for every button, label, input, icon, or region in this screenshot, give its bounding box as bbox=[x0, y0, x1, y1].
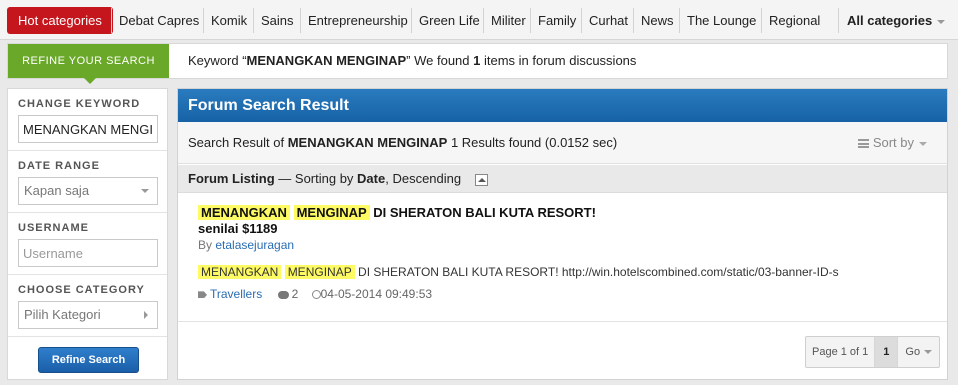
choose-category-label: CHOOSE CATEGORY bbox=[18, 284, 145, 296]
forum-listing-bar: Forum Listing — Sorting by Date, Descend… bbox=[178, 165, 947, 193]
go-dropdown[interactable]: Go bbox=[898, 337, 939, 367]
category-komik[interactable]: Komik bbox=[203, 8, 247, 33]
author-link[interactable]: etalasejuragan bbox=[215, 238, 294, 252]
by-prefix: By bbox=[198, 238, 216, 252]
chevron-down-icon bbox=[919, 141, 927, 146]
page-label: Page 1 of 1 bbox=[806, 337, 876, 367]
keyword-suffix: items in forum discussions bbox=[480, 53, 637, 68]
clock-icon bbox=[311, 290, 321, 300]
result-title-link[interactable]: MENANGKAN MENGINAP DI SHERATON BALI KUTA… bbox=[198, 205, 938, 221]
date-range-value: Kapan saja bbox=[24, 183, 90, 198]
tab-pointer-icon bbox=[84, 78, 96, 84]
keyword-middle: ” We found bbox=[406, 53, 474, 68]
snippet-rest: DI SHERATON BALI KUTA RESORT! http://win… bbox=[354, 265, 839, 279]
comment-count: 2 bbox=[291, 287, 299, 301]
pagination: Page 1 of 1 1 Go bbox=[805, 336, 941, 368]
category-debat-capres[interactable]: Debat Capres bbox=[111, 8, 199, 33]
comment-icon bbox=[277, 290, 289, 299]
result-snippet: MENANGKAN MENGINAP DI SHERATON BALI KUTA… bbox=[198, 265, 938, 279]
all-categories-label: All categories bbox=[847, 13, 933, 28]
category-family[interactable]: Family bbox=[530, 8, 576, 33]
username-label: USERNAME bbox=[18, 222, 89, 234]
keyword-input[interactable] bbox=[18, 115, 158, 143]
category-entrepreneurship[interactable]: Entrepreneurship bbox=[300, 8, 408, 33]
username-section: USERNAME bbox=[8, 213, 167, 275]
category-militer[interactable]: Militer bbox=[483, 8, 526, 33]
sort-by-label: Sort by bbox=[872, 135, 914, 150]
result-author-line: By etalasejuragan bbox=[198, 238, 938, 252]
list-icon bbox=[857, 139, 869, 149]
category-bar: Hot categories Debat Capres Komik Sains … bbox=[0, 0, 958, 40]
panel-title: Forum Search Result bbox=[178, 89, 947, 122]
category-select[interactable]: Pilih Kategori bbox=[18, 301, 158, 329]
summary-suffix: 1 Results found (0.0152 sec) bbox=[447, 135, 618, 150]
category-the-lounge[interactable]: The Lounge bbox=[679, 8, 756, 33]
tag-icon bbox=[198, 291, 207, 299]
listing-mid: — Sorting by bbox=[274, 171, 358, 186]
date-range-select[interactable]: Kapan saja bbox=[18, 177, 158, 205]
all-categories-dropdown[interactable]: All categories bbox=[838, 8, 946, 33]
chevron-down-icon bbox=[937, 19, 946, 24]
search-result-panel: Forum Search Result Search Result of MEN… bbox=[177, 88, 948, 380]
hot-categories-button[interactable]: Hot categories bbox=[7, 7, 113, 34]
refine-your-search-tab[interactable]: REFINE YOUR SEARCH bbox=[8, 44, 169, 84]
listing-title: Forum Listing bbox=[188, 171, 275, 186]
refine-search-button[interactable]: Refine Search bbox=[38, 347, 139, 373]
listing-sort: Date bbox=[357, 171, 386, 186]
category-curhat[interactable]: Curhat bbox=[581, 8, 628, 33]
choose-category-section: CHOOSE CATEGORY Pilih Kategori bbox=[8, 275, 167, 337]
category-select-value: Pilih Kategori bbox=[24, 307, 101, 322]
date-range-section: DATE RANGE Kapan saja bbox=[8, 151, 167, 213]
category-news[interactable]: News bbox=[633, 8, 674, 33]
result-meta: Travellers 2 04-05-2014 09:49:53 bbox=[198, 287, 938, 301]
result-title-line2[interactable]: senilai $1189 bbox=[198, 221, 938, 237]
category-link[interactable]: Travellers bbox=[210, 287, 262, 301]
category-green-life[interactable]: Green Life bbox=[411, 8, 480, 33]
page-current-button[interactable]: 1 bbox=[875, 337, 899, 367]
refine-sidebar: CHANGE KEYWORD DATE RANGE Kapan saja USE… bbox=[7, 88, 168, 380]
date-range-label: DATE RANGE bbox=[18, 160, 100, 172]
keyword-bar: REFINE YOUR SEARCH Keyword “MENANGKAN ME… bbox=[7, 43, 948, 84]
category-sains[interactable]: Sains bbox=[253, 8, 294, 33]
title-highlight-2: MENGINAP bbox=[293, 205, 370, 220]
chevron-down-icon bbox=[924, 350, 933, 355]
keyword-value: MENANGKAN MENGINAP bbox=[246, 53, 407, 68]
result-summary: Search Result of MENANGKAN MENGINAP 1 Re… bbox=[178, 122, 947, 164]
result-datetime: 04-05-2014 09:49:53 bbox=[320, 287, 433, 301]
title-rest: DI SHERATON BALI KUTA RESORT! bbox=[373, 205, 596, 220]
result-item: MENANGKAN MENGINAP DI SHERATON BALI KUTA… bbox=[198, 205, 938, 301]
username-input[interactable] bbox=[18, 239, 158, 267]
summary-keyword: MENANGKAN MENGINAP bbox=[287, 135, 448, 150]
refine-tab-label: REFINE YOUR SEARCH bbox=[22, 55, 155, 67]
keyword-summary: Keyword “MENANGKAN MENGINAP” We found 1 … bbox=[188, 44, 636, 78]
title-highlight-1: MENANGKAN bbox=[198, 205, 290, 220]
change-keyword-section: CHANGE KEYWORD bbox=[8, 89, 167, 151]
collapse-icon[interactable] bbox=[474, 173, 488, 186]
sort-by-dropdown[interactable]: Sort by bbox=[857, 122, 927, 164]
change-keyword-label: CHANGE KEYWORD bbox=[18, 98, 141, 110]
category-regional[interactable]: Regional bbox=[761, 8, 820, 33]
chevron-down-icon bbox=[141, 189, 149, 193]
keyword-prefix: Keyword “ bbox=[188, 53, 247, 68]
chevron-right-icon bbox=[144, 311, 148, 319]
summary-prefix: Search Result of bbox=[188, 135, 288, 150]
listing-order: , Descending bbox=[385, 171, 462, 186]
snippet-highlight-2: MENGINAP bbox=[284, 265, 355, 279]
go-label: Go bbox=[905, 346, 921, 358]
divider bbox=[178, 321, 947, 322]
snippet-highlight-1: MENANGKAN bbox=[198, 265, 282, 279]
